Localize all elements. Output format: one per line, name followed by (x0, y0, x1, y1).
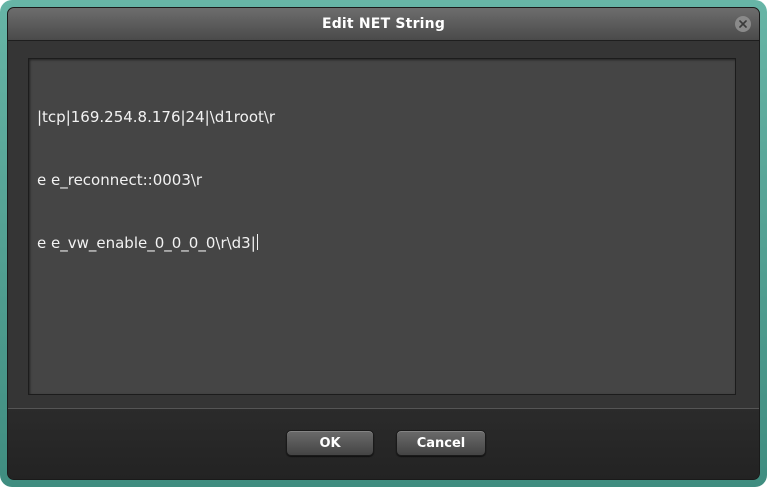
title-bar[interactable]: Edit NET String (8, 8, 759, 41)
close-icon (739, 20, 747, 28)
text-line-3: e e_vw_enable_0_0_0_0\r\d3| (37, 233, 727, 254)
dialog-body: |tcp|169.254.8.176|24|\d1root\r e e_reco… (8, 41, 759, 409)
ok-button[interactable]: OK (286, 430, 374, 456)
edit-net-string-dialog: Edit NET String |tcp|169.254.8.176|24|\d… (7, 7, 760, 480)
text-line-1: |tcp|169.254.8.176|24|\d1root\r (37, 108, 276, 126)
text-line-2: e e_reconnect::0003\r (37, 171, 203, 189)
dialog-title: Edit NET String (321, 16, 446, 32)
button-bar: OK Cancel (8, 408, 759, 479)
text-line-3-content: e e_vw_enable_0_0_0_0\r\d3| (37, 234, 256, 252)
cancel-button[interactable]: Cancel (396, 430, 486, 456)
text-caret (256, 234, 258, 250)
window-frame: Edit NET String |tcp|169.254.8.176|24|\d… (0, 0, 767, 487)
net-string-textarea[interactable]: |tcp|169.254.8.176|24|\d1root\r e e_reco… (28, 58, 736, 395)
close-button[interactable] (735, 16, 751, 32)
